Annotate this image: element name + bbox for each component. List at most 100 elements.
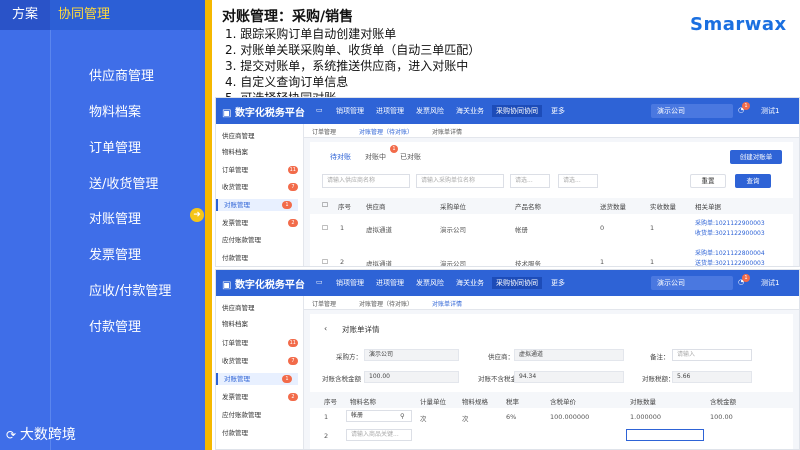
nav-purchase[interactable]: 采购协同协同 — [492, 105, 542, 117]
sidebar-item-supplier[interactable]: 供应商管理 — [222, 130, 304, 142]
detail-heading: 对账单详情 — [342, 325, 380, 334]
nav-more[interactable]: 更多 — [551, 106, 565, 116]
sidebar-item-invoice[interactable]: 发票管理 2 — [222, 391, 304, 403]
qty-input[interactable] — [626, 429, 704, 441]
search-icon[interactable]: ⚲ — [400, 412, 405, 420]
subtab-pending[interactable]: 待对账 — [330, 152, 351, 162]
sidebar-item-material[interactable]: 物料档案 — [222, 146, 304, 158]
nav-customs[interactable]: 海关业务 — [456, 278, 484, 288]
nav-more[interactable]: 更多 — [551, 278, 565, 288]
buyer-search-input[interactable]: 请输入采购单位名称 — [416, 174, 504, 188]
sidebar-item-supplier[interactable]: 供应商管理 — [222, 302, 304, 314]
sidebar-item-reconcile[interactable]: 对账管理 1 — [216, 199, 298, 211]
app-logo: ▣ 数字化税务平台 — [222, 280, 305, 291]
back-icon[interactable]: ‹ — [324, 324, 327, 333]
sidebar-item-order[interactable]: 订单管理 11 — [222, 164, 304, 176]
nav-input[interactable]: 进项管理 — [376, 106, 404, 116]
nav-sales[interactable]: 销项管理 — [336, 106, 364, 116]
top-nav: ▣ 数字化税务平台 ▭ 销项管理 进项管理 发票风险 海关业务 采购协同协同 更… — [216, 270, 799, 296]
sidebar-item-invoice[interactable]: 发票管理 2 — [222, 217, 304, 229]
sidebar-item-payment[interactable]: 付款管理 — [222, 427, 304, 439]
user-name[interactable]: 测试1 — [761, 106, 779, 116]
detail-content: ‹ 对账单详情 采购方： 演示公司 供应商： 虚拟通道 备注： 请输入 对账含税… — [310, 314, 793, 449]
slide-menu-supplier[interactable]: 供应商管理 — [89, 65, 154, 84]
subtab-done[interactable]: 已对账 — [400, 152, 421, 162]
badge: 11 — [287, 166, 298, 174]
tabs-bar: 订单管理 对账管理（待对账） 对账单详情 — [304, 124, 799, 138]
bullet-3: 3. 提交对账单，系统推送供应商，进入对账中 — [225, 59, 469, 73]
company-select[interactable]: 演示公司 — [651, 104, 733, 118]
nav-risk[interactable]: 发票风险 — [416, 278, 444, 288]
badge: 11 — [287, 339, 298, 347]
sidebar: 供应商管理 物料档案 订单管理 11 收货管理 7 对账管理 1 发票管理 2 应付账款… — [216, 124, 304, 266]
badge: 1 — [282, 201, 292, 209]
material-name-input[interactable]: 请输入商品关键... — [346, 429, 412, 441]
tab-detail[interactable]: 对账单详情 — [432, 299, 462, 308]
badge: 2 — [288, 219, 298, 227]
nav-input[interactable]: 进项管理 — [376, 278, 404, 288]
bottom-logo-text: 大数跨境 — [19, 427, 76, 443]
col-unit: 计量单位 — [420, 398, 446, 406]
tab-order[interactable]: 订单管理 — [312, 127, 336, 136]
notif-badge: 1 — [742, 274, 750, 282]
checkbox-icon[interactable]: ☐ — [322, 201, 328, 209]
slide-menu-invoice[interactable]: 发票管理 — [89, 244, 141, 263]
slide-menu-payment[interactable]: 付款管理 — [89, 316, 141, 335]
company-select[interactable]: 演示公司 — [651, 276, 733, 290]
logo-icon: ▣ — [222, 108, 235, 119]
supplier-value: 虚拟通道 — [514, 349, 624, 361]
subtab-in-progress[interactable]: 对账中 — [365, 152, 386, 162]
slide-menu-reconcile[interactable]: 对账管理 — [89, 208, 141, 227]
col-price: 含税单价 — [550, 398, 576, 406]
screenshot-reconcile-list: ▣ 数字化税务平台 ▭ 销项管理 进项管理 发票风险 海关业务 采购协同协同 更… — [215, 97, 800, 267]
tab-collab[interactable]: 协同管理 — [50, 0, 205, 30]
sidebar-item-reconcile[interactable]: 对账管理 1 — [216, 373, 298, 385]
slide-menu-receivable[interactable]: 应收/付款管理 — [89, 280, 171, 299]
nav-purchase[interactable]: 采购协同协同 — [492, 277, 542, 289]
nav-monitor-icon[interactable]: ▭ — [316, 106, 323, 114]
date-end-input[interactable]: 请选... — [558, 174, 598, 188]
tab-detail[interactable]: 对账单详情 — [432, 127, 462, 136]
nav-risk[interactable]: 发票风险 — [416, 106, 444, 116]
tab-order[interactable]: 订单管理 — [312, 299, 336, 308]
remark-input[interactable]: 请输入 — [672, 349, 752, 361]
tab-reconcile[interactable]: 对账管理（待对账） — [359, 299, 413, 308]
supplier-search-input[interactable]: 请输入供应商名称 — [322, 174, 410, 188]
col-received: 实收数量 — [650, 203, 676, 211]
tax-label: 对账税额： — [642, 375, 675, 383]
col-supplier: 供应商 — [366, 203, 386, 211]
bottom-logo: ⟳ 大数跨境 — [6, 424, 76, 444]
sidebar-item-payable[interactable]: 应付账款管理 — [222, 409, 304, 421]
sidebar: 供应商管理 物料档案 订单管理 11 收货管理 7 对账管理 1 发票管理 2 应付账款… — [216, 296, 304, 449]
supplier-label: 供应商： — [488, 353, 514, 361]
nav-monitor-icon[interactable]: ▭ — [316, 278, 323, 286]
nav-sales[interactable]: 销项管理 — [336, 278, 364, 288]
slide-menu-material[interactable]: 物料档案 — [89, 101, 141, 120]
query-button[interactable]: 查询 — [735, 174, 771, 188]
user-name[interactable]: 测试1 — [761, 278, 779, 288]
slide-menu-order[interactable]: 订单管理 — [89, 137, 141, 156]
slide-menu-delivery[interactable]: 送/收货管理 — [89, 173, 158, 192]
date-start-input[interactable]: 请选... — [510, 174, 550, 188]
col-no: 序号 — [338, 203, 351, 211]
create-reconcile-button[interactable]: 创建对账单 — [730, 150, 782, 164]
accent-bar — [205, 0, 212, 450]
reset-button[interactable]: 重置 — [690, 174, 726, 188]
col-no: 序号 — [324, 398, 337, 406]
total-notax-label: 对账不含税金 — [478, 375, 517, 383]
sidebar-item-payable[interactable]: 应付账款管理 — [222, 234, 304, 246]
notif-badge: 1 — [742, 102, 750, 110]
arrow-right-icon[interactable]: ➜ — [190, 208, 204, 222]
sidebar-item-receive[interactable]: 收货管理 7 — [222, 181, 304, 193]
sidebar-item-payment[interactable]: 付款管理 — [222, 252, 304, 264]
sidebar-item-material[interactable]: 物料档案 — [222, 318, 304, 330]
nav-customs[interactable]: 海关业务 — [456, 106, 484, 116]
col-rate: 税率 — [506, 398, 519, 406]
col-docs: 相关单据 — [695, 203, 721, 211]
sidebar-item-order[interactable]: 订单管理 11 — [222, 337, 304, 349]
sidebar-item-receive[interactable]: 收货管理 7 — [222, 355, 304, 367]
logo-icon: ⟳ — [6, 428, 20, 442]
badge: 1 — [282, 375, 292, 383]
tab-plan[interactable]: 方案 — [0, 0, 50, 30]
tab-reconcile[interactable]: 对账管理（待对账） — [359, 127, 413, 136]
